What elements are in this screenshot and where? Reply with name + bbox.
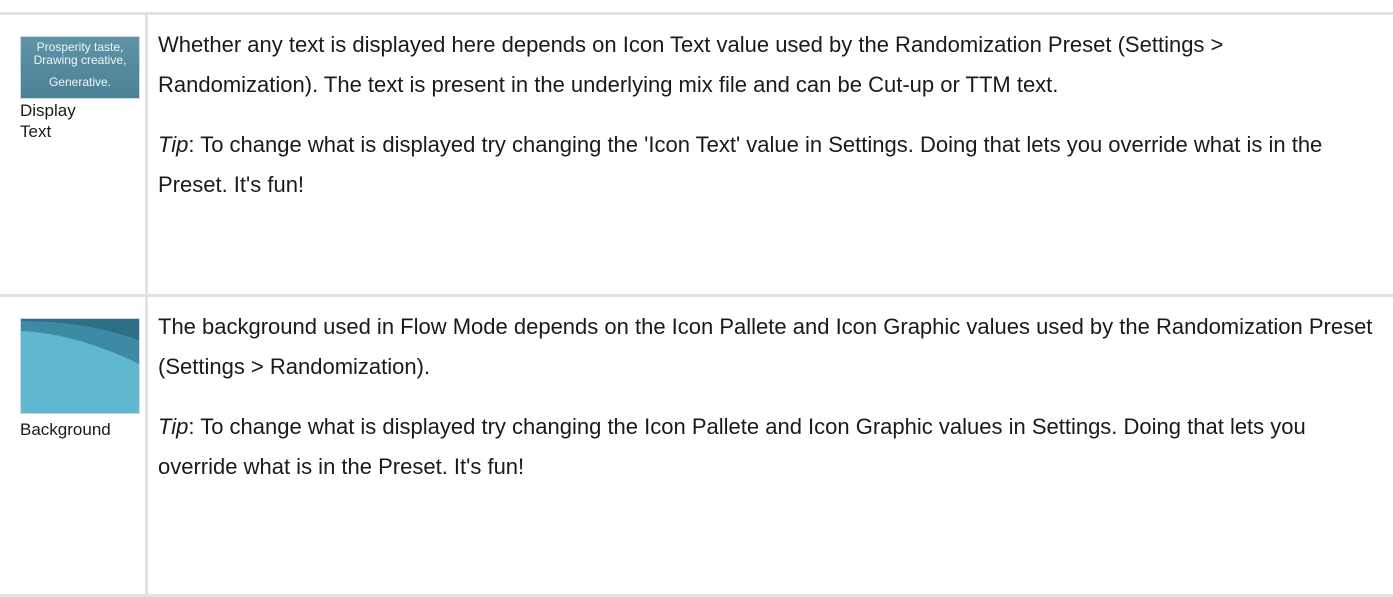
- row-caption: Display Text: [20, 100, 145, 142]
- background-graphic: [21, 319, 139, 413]
- row-description-cell: The background used in Flow Mode depends…: [148, 297, 1393, 594]
- tip-text: : To change what is displayed try changi…: [158, 132, 1323, 197]
- row-icon-cell: Prosperity taste, Drawing creative, Gene…: [0, 15, 148, 294]
- help-table: Prosperity taste, Drawing creative, Gene…: [0, 12, 1393, 597]
- caption-line: Text: [20, 122, 52, 141]
- row-description: Whether any text is displayed here depen…: [158, 32, 1224, 97]
- tip-text: : To change what is displayed try changi…: [158, 414, 1306, 479]
- table-row-display-text: Prosperity taste, Drawing creative, Gene…: [0, 15, 1393, 297]
- caption-line: Display: [20, 101, 76, 120]
- thumbnail-text-line: Generative.: [48, 75, 112, 89]
- thumbnail-text-line: Drawing creative,: [33, 53, 127, 67]
- background-thumbnail: [20, 318, 140, 414]
- display-text-thumbnail: Prosperity taste, Drawing creative, Gene…: [20, 36, 140, 99]
- row-tip: Tip: To change what is displayed try cha…: [158, 125, 1373, 205]
- row-description: The background used in Flow Mode depends…: [158, 314, 1373, 379]
- row-description-cell: Whether any text is displayed here depen…: [148, 15, 1393, 294]
- table-row-background: Background The background used in Flow M…: [0, 297, 1393, 597]
- row-tip: Tip: To change what is displayed try cha…: [158, 407, 1373, 487]
- row-icon-cell: Background: [0, 297, 148, 594]
- tip-label: Tip: [158, 132, 189, 157]
- row-caption: Background: [20, 420, 111, 439]
- tip-label: Tip: [158, 414, 189, 439]
